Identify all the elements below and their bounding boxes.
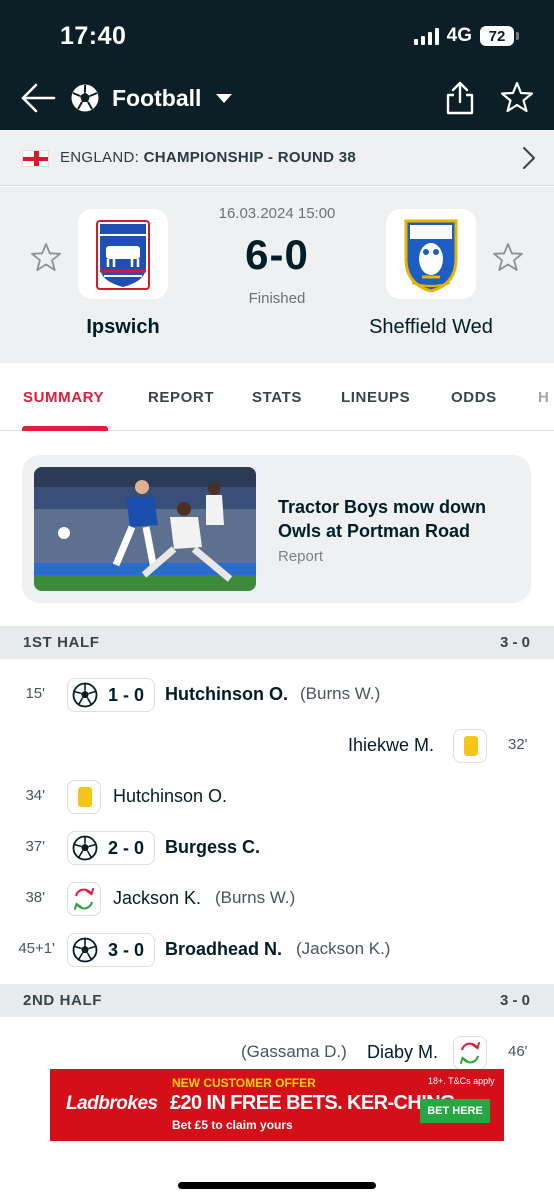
battery-icon: 72	[480, 26, 519, 46]
away-favorite-star-icon[interactable]	[492, 241, 524, 273]
report-title[interactable]: Tractor Boys mow down Owls at Portman Ro…	[278, 495, 508, 543]
event-player[interactable]: Jackson K.	[113, 888, 201, 909]
event-assist[interactable]: (Jackson K.)	[296, 939, 390, 959]
home-team-name[interactable]: Ipswich	[58, 316, 188, 339]
active-tab-indicator	[22, 426, 108, 431]
report-card[interactable]: Tractor Boys mow down Owls at Portman Ro…	[22, 455, 531, 603]
goal-score-badge: 3 - 0	[67, 933, 156, 967]
status-indicators: 4G 72	[413, 25, 519, 47]
half-title: 1ST HALF	[23, 634, 100, 651]
ad-offer-label: NEW CUSTOMER OFFER	[172, 1076, 316, 1090]
event-goal: 37' 2 - 0 Burgess C.	[0, 828, 554, 868]
home-indicator[interactable]	[178, 1182, 376, 1189]
ad-brand-logo: Ladbrokes	[66, 1093, 158, 1114]
half-title: 2ND HALF	[23, 992, 102, 1009]
football-icon	[72, 682, 98, 708]
ad-terms: 18+. T&Cs apply	[428, 1076, 495, 1086]
back-arrow-icon[interactable]	[18, 80, 58, 116]
event-icon-box	[67, 780, 101, 814]
ad-subline: Bet £5 to claim yours	[172, 1118, 293, 1132]
england-flag-icon	[22, 150, 49, 167]
event-minute: 32'	[508, 736, 528, 753]
yellow-card-icon	[78, 787, 92, 807]
league-label: ENGLAND: CHAMPIONSHIP - ROUND 38	[60, 149, 356, 166]
report-label: Report	[278, 548, 324, 565]
sheffield-wednesday-crest-icon	[404, 219, 458, 293]
football-icon	[71, 84, 99, 112]
ad-cta-button[interactable]: BET HERE	[420, 1099, 490, 1123]
yellow-card-icon	[464, 736, 478, 756]
goal-score-badge: 1 - 0	[67, 678, 156, 712]
event-goal: 45+1' 3 - 0 Broadhead N. (Jackson K.)	[0, 930, 554, 970]
half-score: 3 - 0	[499, 634, 530, 651]
status-time: 17:40	[60, 22, 127, 50]
app-header: 17:40 4G 72 Football	[0, 0, 554, 130]
event-minute: 45+1'	[18, 940, 55, 957]
event-minute: 46'	[508, 1043, 528, 1060]
share-icon[interactable]	[444, 80, 476, 116]
tab-summary[interactable]: SUMMARY	[23, 389, 104, 406]
event-player[interactable]: Burgess C.	[165, 837, 260, 858]
ad-headline: £20 IN FREE BETS. KER-CHING.	[170, 1092, 461, 1114]
event-goal: 15' 1 - 0 Hutchinson O. (Burns W.)	[0, 675, 554, 715]
event-icon-box	[453, 729, 487, 763]
sport-selector-label[interactable]: Football	[112, 85, 201, 112]
first-half-header: 1ST HALF 3 - 0	[0, 626, 554, 659]
substitution-icon	[74, 888, 94, 910]
event-minute: 15'	[25, 685, 45, 702]
goal-score: 3 - 0	[108, 939, 145, 960]
match-tabs: SUMMARY REPORT STATS LINEUPS ODDS H	[0, 363, 554, 431]
event-minute: 37'	[25, 838, 45, 855]
event-yellow-card: Ihiekwe M. 32'	[0, 726, 554, 766]
goal-score: 2 - 0	[108, 837, 145, 858]
substitution-icon	[460, 1042, 480, 1064]
event-yellow-card: 34' Hutchinson O.	[0, 777, 554, 817]
match-header: Ipswich 16.03.2024 15:00 6-0 Finished Sh…	[0, 187, 554, 363]
event-player[interactable]: Hutchinson O.	[113, 786, 227, 807]
chevron-right-icon[interactable]	[522, 146, 536, 170]
goal-score: 1 - 0	[108, 684, 145, 705]
nav-bar: Football	[0, 72, 554, 124]
event-substitution: (Gassama D.) Diaby M. 46'	[0, 1033, 554, 1073]
league-country: ENGLAND:	[60, 149, 140, 166]
chevron-down-icon[interactable]	[216, 94, 232, 103]
tab-stats[interactable]: STATS	[252, 389, 302, 406]
favorite-star-icon[interactable]	[500, 80, 534, 114]
league-row[interactable]: ENGLAND: CHAMPIONSHIP - ROUND 38	[0, 130, 554, 186]
football-icon	[72, 835, 98, 861]
tab-odds[interactable]: ODDS	[451, 389, 497, 406]
event-assist[interactable]: (Gassama D.)	[241, 1042, 347, 1062]
ad-banner[interactable]: Ladbrokes NEW CUSTOMER OFFER £20 IN FREE…	[50, 1069, 504, 1141]
tab-h2h[interactable]: H	[538, 389, 549, 406]
event-minute: 38'	[25, 889, 45, 906]
event-icon-box	[453, 1036, 487, 1070]
event-player[interactable]: Broadhead N.	[165, 939, 282, 960]
away-team-crest[interactable]	[386, 209, 476, 299]
event-player[interactable]: Hutchinson O.	[165, 684, 288, 705]
tab-report[interactable]: REPORT	[148, 389, 214, 406]
network-type: 4G	[446, 25, 472, 46]
signal-icon	[413, 27, 439, 45]
league-competition: CHAMPIONSHIP - ROUND 38	[143, 149, 357, 166]
event-substitution: 38' Jackson K. (Burns W.)	[0, 879, 554, 919]
half-score: 3 - 0	[499, 992, 530, 1009]
event-minute: 34'	[25, 787, 45, 804]
second-half-header: 2ND HALF 3 - 0	[0, 984, 554, 1017]
report-thumbnail[interactable]	[34, 467, 256, 591]
goal-score-badge: 2 - 0	[67, 831, 156, 865]
event-assist[interactable]: (Burns W.)	[215, 888, 295, 908]
event-player[interactable]: Diaby M.	[367, 1042, 438, 1063]
away-team-name[interactable]: Sheffield Wed	[346, 316, 516, 339]
tab-lineups[interactable]: LINEUPS	[341, 389, 410, 406]
event-icon-box	[67, 882, 101, 916]
event-assist[interactable]: (Burns W.)	[300, 684, 380, 704]
event-player[interactable]: Ihiekwe M.	[348, 735, 434, 756]
football-icon	[72, 937, 98, 963]
